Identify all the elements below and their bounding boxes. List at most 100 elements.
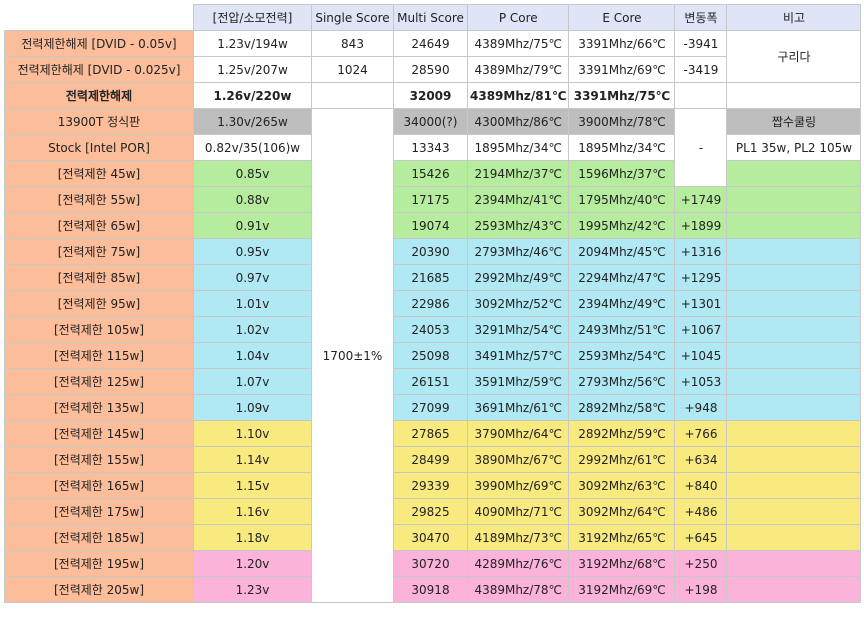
voltage-cell: 0.97v bbox=[193, 264, 312, 291]
p-core-cell: 4289Mhz/76℃ bbox=[466, 550, 570, 577]
delta-cell: +766 bbox=[674, 420, 728, 447]
voltage-cell: 1.16v bbox=[193, 498, 312, 525]
note-cell bbox=[726, 186, 862, 213]
p-core-cell: 3291Mhz/54℃ bbox=[466, 316, 570, 343]
multi-score-cell: 24649 bbox=[393, 30, 468, 57]
note-cell bbox=[726, 316, 862, 343]
p-core-cell: 4389Mhz/81℃ bbox=[466, 82, 570, 109]
e-core-cell: 2493Mhz/51℃ bbox=[568, 316, 676, 343]
voltage-cell: 1.15v bbox=[193, 472, 312, 499]
table-row: [전력제한 165w] 1.15v 29339 3990Mhz/69℃ 3092Mhz/… bbox=[4, 472, 862, 499]
voltage-cell: 1.04v bbox=[193, 342, 312, 369]
delta-cell: -3941 bbox=[674, 30, 728, 57]
p-core-cell: 3990Mhz/69℃ bbox=[466, 472, 570, 499]
row-label: [전력제한 175w] bbox=[4, 498, 194, 525]
row-label: 13900T 정식판 bbox=[4, 108, 194, 135]
delta-cell: +634 bbox=[674, 446, 728, 473]
p-core-cell: 4389Mhz/78℃ bbox=[466, 576, 570, 603]
voltage-cell: 0.82v/35(106)w bbox=[193, 134, 312, 161]
table-row: 13900T 정식판 1.30v/265w 1700±1% 34000(?) 4300M… bbox=[4, 108, 862, 603]
row-label: [전력제한 195w] bbox=[4, 550, 194, 577]
p-core-cell: 2992Mhz/49℃ bbox=[466, 264, 570, 291]
voltage-cell: 0.95v bbox=[193, 238, 312, 265]
row-label: [전력제한 95w] bbox=[4, 290, 194, 317]
single-score-cell: 843 bbox=[311, 30, 394, 57]
row-label: [전력제한 155w] bbox=[4, 446, 194, 473]
delta-cell: +1295 bbox=[674, 264, 728, 291]
table-row: [전력제한 95w] 1.01v 22986 3092Mhz/52℃ 2394Mhz/4… bbox=[4, 290, 862, 317]
multi-score-cell: 28499 bbox=[393, 446, 468, 473]
table-row: [전력제한 115w] 1.04v 25098 3491Mhz/57℃ 2593Mhz/… bbox=[4, 342, 862, 369]
multi-score-cell: 25098 bbox=[393, 342, 468, 369]
row-label: [전력제한 105w] bbox=[4, 316, 194, 343]
note-cooling: 짭수쿨링 bbox=[726, 108, 862, 135]
header-cell: 비고 bbox=[726, 4, 862, 31]
multi-score-cell: 17175 bbox=[393, 186, 468, 213]
row-label: [전력제한 85w] bbox=[4, 264, 194, 291]
e-core-cell: 2593Mhz/54℃ bbox=[568, 342, 676, 369]
row-label: [전력제한 65w] bbox=[4, 212, 194, 239]
voltage-cell: 0.88v bbox=[193, 186, 312, 213]
voltage-cell: 1.23v bbox=[193, 576, 312, 603]
single-score-merged: 1700±1% bbox=[311, 108, 394, 603]
p-core-cell: 3092Mhz/52℃ bbox=[466, 290, 570, 317]
note-cell bbox=[726, 524, 862, 551]
note-cell bbox=[726, 576, 862, 603]
note-cell bbox=[726, 550, 862, 577]
header-cell: [전압/소모전력] bbox=[193, 4, 312, 31]
e-core-cell: 1596Mhz/37℃ bbox=[568, 160, 676, 187]
delta-cell: +486 bbox=[674, 498, 728, 525]
voltage-cell: 1.18v bbox=[193, 524, 312, 551]
single-score-cell: 1024 bbox=[311, 56, 394, 83]
multi-score-cell: 30918 bbox=[393, 576, 468, 603]
note-pl: PL1 35w, PL2 105w bbox=[726, 134, 862, 161]
note-cell bbox=[726, 82, 862, 109]
multi-score-cell: 30470 bbox=[393, 524, 468, 551]
multi-score-cell: 28590 bbox=[393, 56, 468, 83]
voltage-cell: 1.20v bbox=[193, 550, 312, 577]
table-row: 전력제한해제 1.26v/220w 32009 4389Mhz/81℃ 3391Mhz/… bbox=[4, 82, 862, 109]
p-core-cell: 4090Mhz/71℃ bbox=[466, 498, 570, 525]
delta-cell: +1749 bbox=[674, 186, 728, 213]
delta-cell: +840 bbox=[674, 472, 728, 499]
multi-score-cell: 32009 bbox=[393, 82, 468, 109]
row-label: [전력제한 135w] bbox=[4, 394, 194, 421]
p-core-cell: 3890Mhz/67℃ bbox=[466, 446, 570, 473]
row-label: 전력제한해제 bbox=[4, 82, 194, 109]
voltage-cell: 1.09v bbox=[193, 394, 312, 421]
multi-score-cell: 13343 bbox=[393, 134, 468, 161]
p-core-cell: 3591Mhz/59℃ bbox=[466, 368, 570, 395]
multi-score-cell: 26151 bbox=[393, 368, 468, 395]
e-core-cell: 2294Mhz/47℃ bbox=[568, 264, 676, 291]
e-core-cell: 2094Mhz/45℃ bbox=[568, 238, 676, 265]
e-core-cell: 3391Mhz/75℃ bbox=[568, 82, 676, 109]
e-core-cell: 3391Mhz/66℃ bbox=[568, 30, 676, 57]
table-row: 전력제한해제 [DVID - 0.05v] 1.23v/194w 843 24649 4… bbox=[4, 30, 862, 83]
multi-score-cell: 27865 bbox=[393, 420, 468, 447]
multi-score-cell: 22986 bbox=[393, 290, 468, 317]
voltage-cell: 0.85v bbox=[193, 160, 312, 187]
multi-score-cell: 30720 bbox=[393, 550, 468, 577]
e-core-cell: 3192Mhz/68℃ bbox=[568, 550, 676, 577]
e-core-cell: 1995Mhz/42℃ bbox=[568, 212, 676, 239]
voltage-cell: 1.26v/220w bbox=[193, 82, 312, 109]
row-label: [전력제한 185w] bbox=[4, 524, 194, 551]
p-core-cell: 2793Mhz/46℃ bbox=[466, 238, 570, 265]
table-row: [전력제한 185w] 1.18v 30470 4189Mhz/73℃ 3192Mhz/… bbox=[4, 524, 862, 551]
e-core-cell: 3900Mhz/78℃ bbox=[568, 108, 676, 135]
delta-merged: - bbox=[674, 108, 728, 187]
note-cell bbox=[726, 290, 862, 317]
voltage-cell: 1.30v/265w bbox=[193, 108, 312, 135]
table-row: [전력제한 125w] 1.07v 26151 3591Mhz/59℃ 2793Mhz/… bbox=[4, 368, 862, 395]
e-core-cell: 3391Mhz/69℃ bbox=[568, 56, 676, 83]
note-cell bbox=[726, 420, 862, 447]
p-core-cell: 3691Mhz/61℃ bbox=[466, 394, 570, 421]
delta-cell: +1899 bbox=[674, 212, 728, 239]
delta-cell: +1316 bbox=[674, 238, 728, 265]
row-label: 전력제한해제 [DVID - 0.05v] bbox=[4, 30, 194, 57]
header-cell: Single Score bbox=[311, 4, 394, 31]
note-cell bbox=[726, 160, 862, 187]
voltage-cell: 1.02v bbox=[193, 316, 312, 343]
multi-score-cell: 15426 bbox=[393, 160, 468, 187]
header-cell: E Core bbox=[568, 4, 676, 31]
